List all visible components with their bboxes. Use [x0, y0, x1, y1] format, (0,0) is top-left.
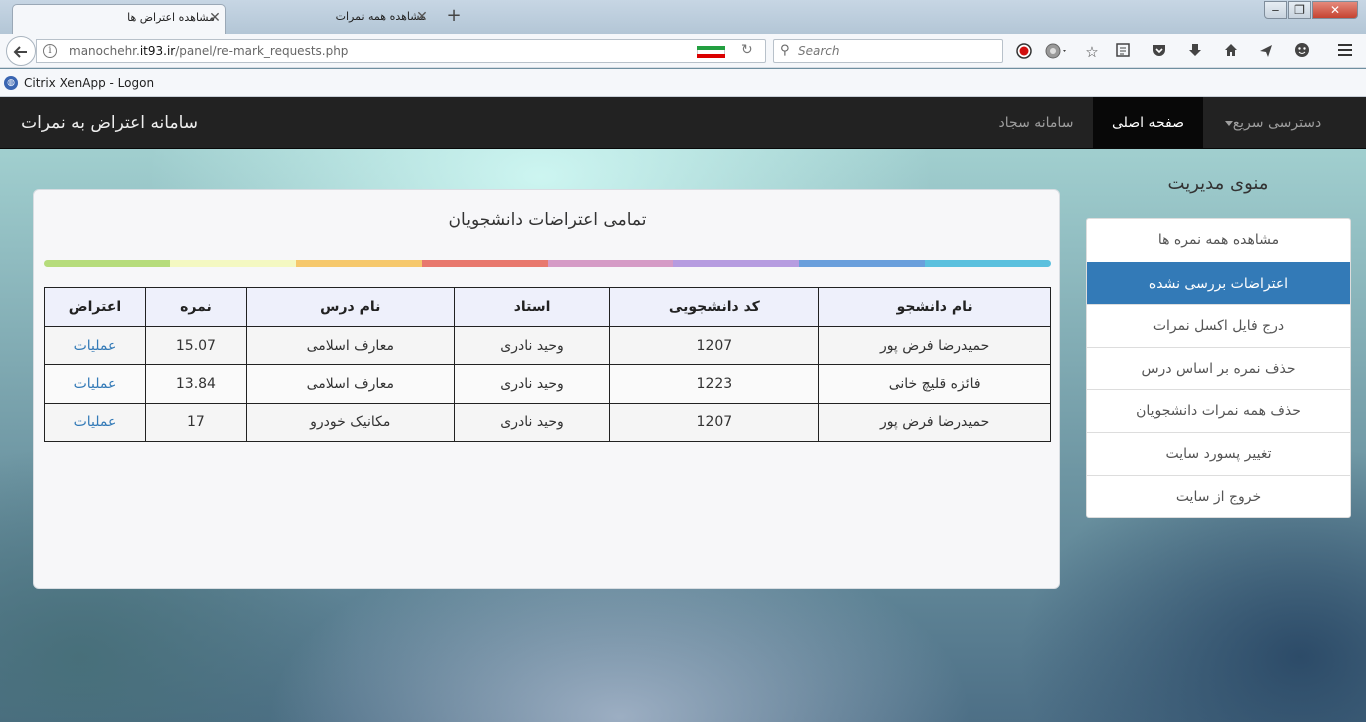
- cell-student-name: حمیدرضا فرض پور: [818, 325, 1051, 366]
- cell-course-name: معارف اسلامی: [245, 364, 455, 404]
- bookmarks-toolbar: ◍ Citrix XenApp - Logon: [0, 69, 1366, 97]
- reload-icon[interactable]: ↻: [741, 42, 753, 58]
- cell-request: عملیات: [44, 325, 146, 366]
- close-icon[interactable]: ✕: [410, 4, 434, 30]
- table-row: فائزه قلیچ خانی 1223 وحید نادری معارف اس…: [44, 364, 1051, 404]
- cell-request: عملیات: [44, 402, 146, 443]
- sidebar-item-unreviewed-requests[interactable]: اعتراضات بررسی نشده: [1087, 261, 1350, 305]
- nav-home[interactable]: صفحه اصلی: [1093, 97, 1203, 149]
- tab-all-grades[interactable]: مشاهده همه نمرات ✕: [228, 4, 436, 34]
- sidebar-item-upload-excel[interactable]: درج فایل اکسل نمرات: [1087, 304, 1350, 347]
- sidebar-menu: مشاهده همه نمره ها اعتراضات بررسی نشده د…: [1086, 218, 1351, 519]
- nav-sajjad[interactable]: سامانه سجاد: [980, 97, 1092, 149]
- header-course-name: نام درس: [245, 287, 455, 327]
- sidebar-item-all-grades[interactable]: مشاهده همه نمره ها: [1087, 219, 1350, 262]
- minimize-button[interactable]: ‒: [1264, 1, 1287, 19]
- back-button[interactable]: [6, 36, 36, 66]
- table-header-row: نام دانشجو کد دانشجویی استاد نام درس نمر…: [44, 287, 1051, 327]
- new-tab-button[interactable]: +: [443, 4, 465, 28]
- cell-course-name: مکانیک خودرو: [245, 402, 455, 443]
- iran-flag-icon: [697, 46, 725, 58]
- cell-request: عملیات: [44, 364, 146, 404]
- header-request: اعتراض: [44, 287, 146, 327]
- cell-student-code: 1207: [609, 402, 820, 443]
- pocket-icon[interactable]: [1149, 42, 1169, 62]
- url-text[interactable]: manochehr.it93.ir/panel/re-mark_requests…: [69, 44, 348, 58]
- star-icon[interactable]: ☆: [1082, 42, 1102, 62]
- color-bar-segment: [421, 260, 548, 267]
- main-panel: تمامی اعتراضات دانشجویان نام دانشجو کد د…: [33, 189, 1060, 589]
- decorative-color-bar: [44, 260, 1051, 267]
- sidebar-item-logout[interactable]: خروج از سایت: [1087, 474, 1350, 518]
- color-bar-segment: [169, 260, 296, 267]
- caret-down-icon: [1224, 120, 1233, 126]
- cell-grade: 17: [144, 402, 247, 443]
- menu-icon[interactable]: [1335, 42, 1355, 62]
- maximize-button[interactable]: ❐: [1288, 1, 1311, 19]
- citrix-icon: ◍: [4, 76, 18, 90]
- page-content: سامانه اعتراض به نمرات دسترسی سریع صفحه …: [0, 97, 1366, 722]
- tab-remark-requests[interactable]: مشاهده اعتراض ها ✕: [12, 4, 226, 34]
- operations-link[interactable]: عملیات: [74, 376, 117, 392]
- sidebar-title: منوی مدیریت: [1167, 173, 1269, 194]
- browser-tab-strip: مشاهده اعتراض ها ✕ مشاهده همه نمرات ✕ + …: [0, 0, 1366, 34]
- header-student-code: کد دانشجویی: [609, 287, 820, 327]
- record-icon[interactable]: [1014, 42, 1034, 62]
- emoji-icon[interactable]: [1292, 42, 1312, 62]
- header-grade: نمره: [144, 287, 247, 327]
- cell-course-name: معارف اسلامی: [245, 325, 455, 366]
- tab-label: مشاهده اعتراض ها: [127, 11, 215, 24]
- reading-list-icon[interactable]: [1113, 42, 1133, 62]
- close-icon[interactable]: ✕: [203, 5, 227, 31]
- home-icon[interactable]: [1221, 42, 1241, 62]
- table-row: حمیدرضا فرض پور 1207 وحید نادری مکانیک خ…: [44, 402, 1051, 443]
- cell-student-name: فائزه قلیچ خانی: [818, 364, 1051, 404]
- sidebar-item-delete-all-grades[interactable]: حذف همه نمرات دانشجویان: [1087, 389, 1350, 432]
- back-arrow-icon: [13, 46, 27, 58]
- cell-professor: وحید نادری: [453, 364, 611, 404]
- color-bar-segment: [547, 260, 674, 267]
- header-professor: استاد: [453, 287, 611, 327]
- search-bar[interactable]: ⚲: [773, 39, 1003, 63]
- cell-professor: وحید نادری: [453, 402, 611, 443]
- info-icon[interactable]: i: [43, 44, 57, 58]
- cell-professor: وحید نادری: [453, 325, 611, 366]
- operations-link[interactable]: عملیات: [74, 414, 117, 430]
- site-navbar: سامانه اعتراض به نمرات دسترسی سریع صفحه …: [0, 97, 1366, 149]
- nav-quick-access-dropdown[interactable]: دسترسی سریع: [1203, 97, 1337, 149]
- color-bar-segment: [44, 260, 170, 267]
- cell-student-name: حمیدرضا فرض پور: [818, 402, 1051, 443]
- cell-student-code: 1207: [609, 325, 820, 366]
- search-icon: ⚲: [780, 43, 790, 58]
- site-brand[interactable]: سامانه اعتراض به نمرات: [21, 113, 198, 133]
- color-bar-segment: [673, 260, 800, 267]
- url-bar[interactable]: i manochehr.it93.ir/panel/re-mark_reques…: [36, 39, 766, 63]
- addon-icon[interactable]: [1044, 42, 1070, 62]
- color-bar-segment: [295, 260, 422, 267]
- search-input[interactable]: [798, 43, 998, 59]
- sidebar-item-change-password[interactable]: تغییر پسورد سایت: [1087, 431, 1350, 475]
- sidebar-item-delete-by-course[interactable]: حذف نمره بر اساس درس: [1087, 346, 1350, 390]
- send-icon[interactable]: [1256, 42, 1276, 62]
- color-bar-segment: [925, 260, 1051, 267]
- cell-grade: 15.07: [144, 325, 247, 366]
- window-close-button[interactable]: ✕: [1312, 1, 1358, 19]
- bookmark-citrix[interactable]: Citrix XenApp - Logon: [24, 76, 154, 90]
- operations-link[interactable]: عملیات: [74, 338, 117, 354]
- page-title: تمامی اعتراضات دانشجویان: [448, 210, 647, 230]
- browser-navigation-bar: i manochehr.it93.ir/panel/re-mark_reques…: [0, 34, 1366, 68]
- cell-student-code: 1223: [609, 364, 820, 404]
- color-bar-segment: [799, 260, 926, 267]
- header-student-name: نام دانشجو: [818, 287, 1051, 327]
- cell-grade: 13.84: [144, 364, 247, 404]
- download-icon[interactable]: [1185, 42, 1205, 62]
- nav-quick-access-label: دسترسی سریع: [1232, 115, 1322, 131]
- requests-table: نام دانشجو کد دانشجویی استاد نام درس نمر…: [44, 287, 1051, 443]
- table-row: حمیدرضا فرض پور 1207 وحید نادری معارف اس…: [44, 325, 1051, 366]
